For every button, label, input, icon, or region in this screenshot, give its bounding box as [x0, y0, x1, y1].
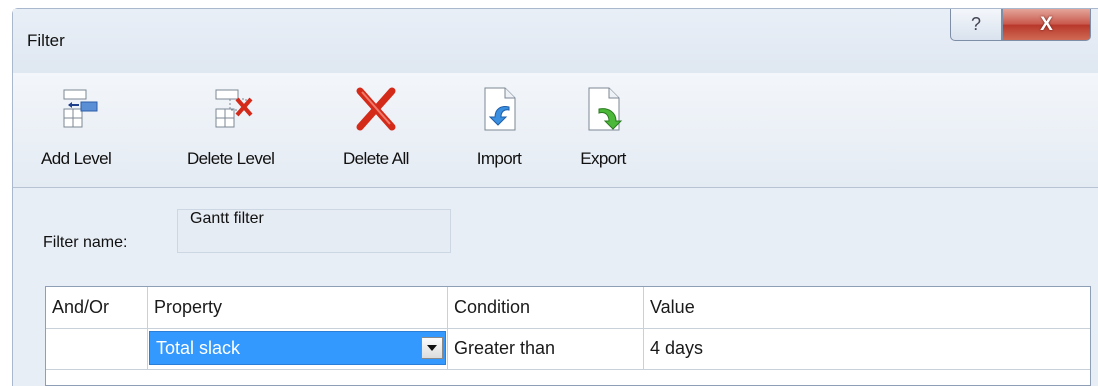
import-icon [484, 87, 516, 131]
filter-name-input[interactable]: Gantt filter [177, 209, 451, 253]
dropdown-arrow-button[interactable] [421, 337, 443, 359]
close-icon: X [1040, 13, 1053, 35]
delete-all-button[interactable]: Delete All [343, 83, 409, 183]
column-header-and-or[interactable]: And/Or [46, 287, 148, 328]
chevron-down-icon [427, 345, 437, 351]
close-button[interactable]: X [1002, 9, 1091, 41]
column-header-condition[interactable]: Condition [448, 287, 644, 328]
export-icon [588, 87, 623, 131]
column-header-property[interactable]: Property [148, 287, 448, 328]
window-title: Filter [27, 31, 65, 50]
import-button[interactable]: Import [475, 83, 523, 183]
filter-dialog: Filter ? X Add Level Delete Level Delete… [12, 8, 1098, 386]
add-level-icon [63, 89, 98, 128]
delete-level-icon [215, 89, 253, 128]
toolbar: Add Level Delete Level Delete All Import… [13, 73, 1098, 188]
export-label: Export [580, 149, 626, 168]
import-label: Import [476, 149, 522, 168]
delete-all-label: Delete All [343, 149, 409, 168]
delete-level-button[interactable]: Delete Level [187, 83, 275, 183]
table-row: Total slack Greater than 4 days [46, 328, 1090, 370]
property-dropdown-value: Total slack [156, 338, 241, 358]
property-dropdown[interactable]: Total slack [149, 331, 446, 365]
grid-header-row: And/Or Property Condition Value [46, 287, 1090, 329]
help-icon: ? [970, 14, 981, 34]
column-header-value[interactable]: Value [644, 287, 1090, 328]
and-or-cell[interactable] [46, 328, 148, 369]
value-cell[interactable]: 4 days [644, 328, 1090, 369]
title-bar: Filter ? X [13, 9, 1098, 73]
export-button[interactable]: Export [579, 83, 627, 183]
filter-name-label: Filter name: [43, 234, 128, 251]
add-level-label: Add Level [41, 149, 112, 168]
filter-conditions-grid: And/Or Property Condition Value Total sl… [45, 286, 1091, 386]
add-level-button[interactable]: Add Level [41, 83, 112, 183]
condition-cell[interactable]: Greater than [448, 328, 644, 369]
help-button[interactable]: ? [950, 9, 1002, 41]
delete-level-label: Delete Level [187, 149, 275, 168]
filter-name-value: Gantt filter [190, 210, 264, 227]
delete-all-icon [356, 87, 396, 131]
